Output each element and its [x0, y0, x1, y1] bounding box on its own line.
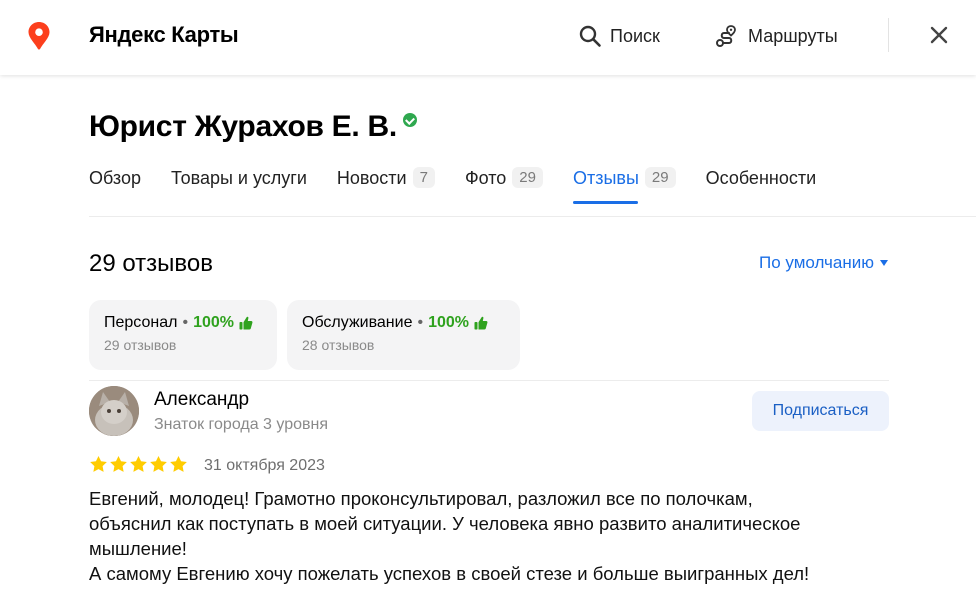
tabs-divider	[89, 216, 976, 217]
route-icon	[716, 25, 736, 47]
review-body: Евгений, молодец! Грамотно проконсультир…	[89, 486, 889, 586]
aspect-review-count: 28 отзывов	[302, 337, 375, 353]
star-icon	[110, 455, 127, 472]
brand-logo[interactable]: Яндекс Карты	[89, 22, 239, 48]
search-label: Поиск	[610, 25, 660, 46]
tab-label: Обзор	[89, 168, 141, 188]
tab-reviews[interactable]: Отзывы 29	[572, 167, 676, 204]
sort-label: По умолчанию	[759, 253, 874, 272]
avatar-photo-icon	[89, 386, 139, 436]
review-text-line: А самому Евгению хочу пожелать успехов в…	[89, 563, 810, 584]
star-icon	[150, 455, 167, 472]
tab-photos[interactable]: Фото 29	[464, 167, 543, 204]
separator-dot: •	[182, 314, 189, 331]
subscribe-button[interactable]: Подписаться	[752, 391, 889, 431]
organization-name: Юрист Журахов Е. В.	[89, 110, 397, 143]
tab-news[interactable]: Новости 7	[336, 167, 435, 204]
review-text-line: мышление!	[89, 538, 187, 559]
avatar[interactable]	[89, 386, 139, 436]
search-button[interactable]: Поиск	[578, 22, 660, 50]
tab-products-services[interactable]: Товары и услуги	[171, 168, 307, 204]
aspect-percent: 100%	[193, 314, 234, 331]
tabs: Обзор Товары и услуги Новости 7 Фото 29 …	[89, 167, 846, 216]
tab-features[interactable]: Особенности	[706, 168, 817, 204]
verified-badge-icon	[402, 113, 417, 127]
tab-label: Новости	[336, 168, 407, 188]
tab-label: Товары и услуги	[171, 168, 307, 188]
chevron-down-icon	[880, 260, 888, 266]
aspect-chip-personal[interactable]: Персонал • 100% 29 отзывов	[89, 300, 277, 370]
map-pin-icon[interactable]	[27, 22, 51, 50]
star-icon	[90, 455, 107, 472]
review-text-line: объяснил как поступать в моей ситуации. …	[89, 513, 801, 534]
aspect-percent: 100%	[428, 314, 470, 331]
sort-dropdown[interactable]: По умолчанию	[759, 253, 888, 273]
routes-label: Маршруты	[748, 25, 838, 46]
tab-label: Отзывы	[572, 168, 639, 188]
tab-count-badge: 29	[644, 167, 676, 188]
review-rating	[89, 455, 189, 474]
aspect-name: Персонал	[104, 314, 178, 331]
reviews-divider	[89, 380, 889, 381]
separator-dot: •	[417, 314, 424, 331]
review-author-level: Знаток города 3 уровня	[154, 416, 329, 433]
close-icon[interactable]	[926, 22, 952, 48]
tab-count-badge: 29	[512, 167, 543, 188]
review-date: 31 октября 2023	[204, 457, 325, 474]
organization-title: Юрист Журахов Е. В.	[89, 110, 417, 144]
review-author-name[interactable]: Александр	[154, 389, 249, 411]
thumbs-up-icon	[474, 316, 488, 330]
header-divider	[888, 18, 889, 52]
review-text-line: Евгений, молодец! Грамотно проконсультир…	[89, 488, 753, 509]
tab-overview[interactable]: Обзор	[89, 168, 141, 204]
aspect-chip-service[interactable]: Обслуживание • 100% 28 отзывов	[287, 300, 520, 370]
aspect-review-count: 29 отзывов	[104, 337, 177, 353]
routes-button[interactable]: Маршруты	[714, 22, 838, 50]
thumbs-up-icon	[239, 316, 253, 330]
tab-label: Особенности	[705, 168, 817, 188]
top-bar: Яндекс Карты Поиск Маршруты	[0, 0, 976, 75]
star-icon	[130, 455, 147, 472]
star-icon	[170, 455, 187, 472]
search-icon	[579, 25, 601, 47]
aspect-name: Обслуживание	[302, 314, 413, 331]
reviews-count-title: 29 отзывов	[89, 250, 214, 277]
tab-count-badge: 7	[412, 167, 435, 188]
tab-label: Фото	[464, 168, 507, 188]
